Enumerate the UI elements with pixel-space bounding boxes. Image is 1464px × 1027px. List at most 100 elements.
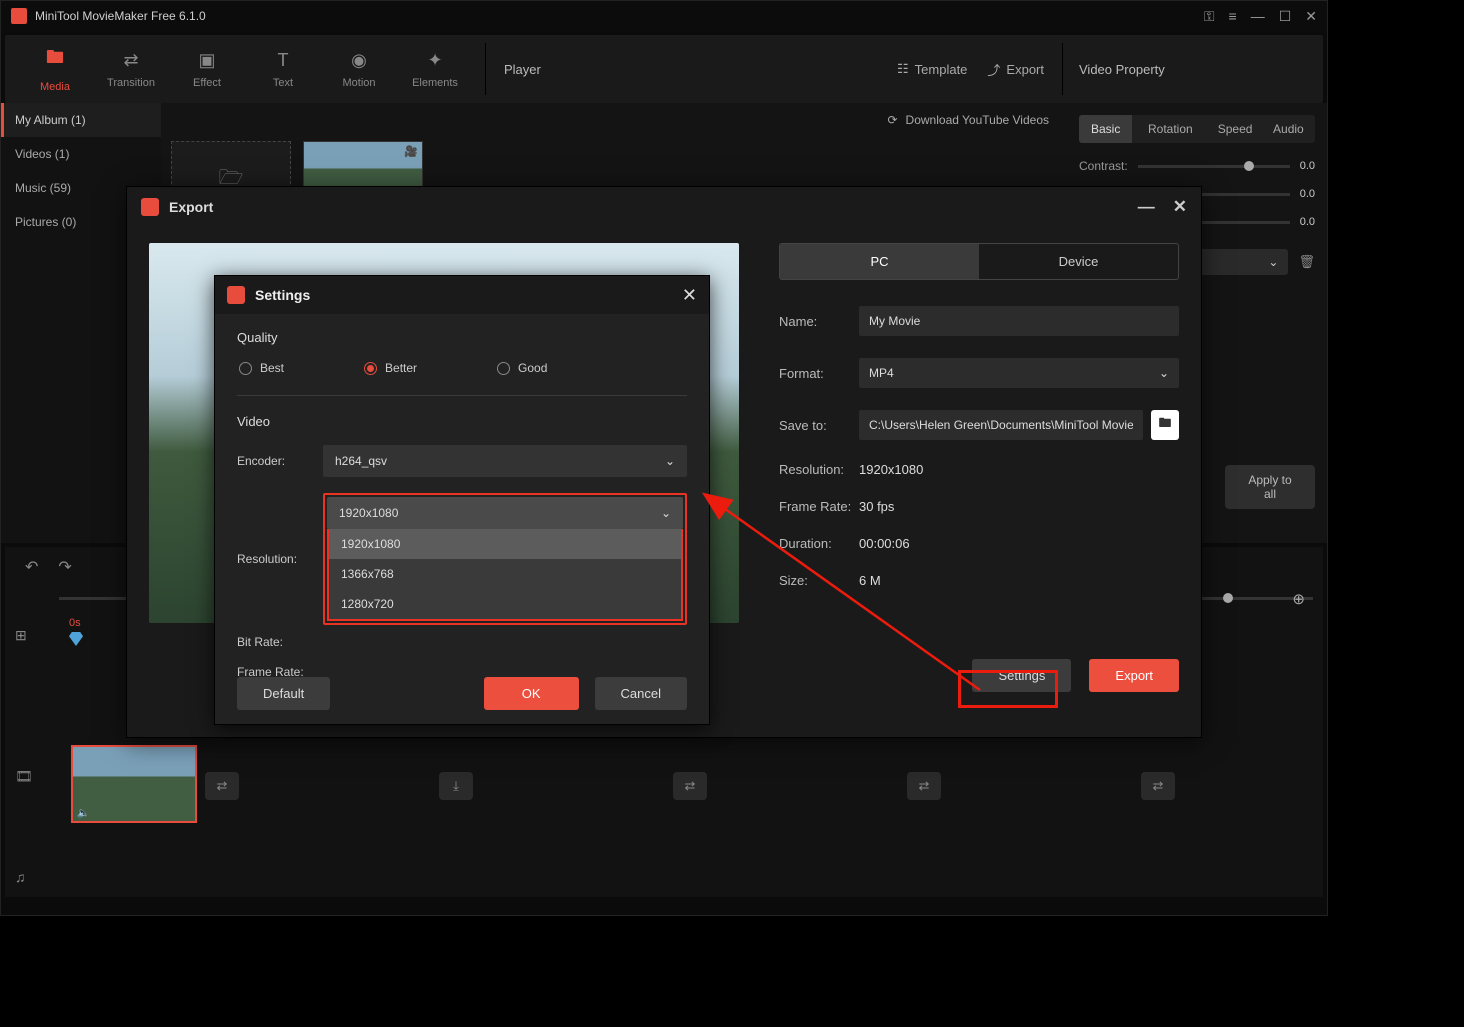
duration-label: Duration: bbox=[779, 536, 859, 551]
settings-logo-icon bbox=[227, 286, 245, 304]
resolution-label: Resolution: bbox=[779, 462, 859, 477]
export-confirm-button[interactable]: Export bbox=[1089, 659, 1179, 692]
resolution-select[interactable]: 1920x1080⌄ bbox=[327, 497, 683, 529]
vp-tab-speed[interactable]: Speed bbox=[1208, 115, 1261, 143]
text-icon: T bbox=[278, 50, 289, 71]
trash-icon[interactable]: 🗑 bbox=[1298, 254, 1315, 270]
download-icon: ⟳ bbox=[887, 113, 897, 127]
settings-title: Settings bbox=[255, 287, 682, 303]
chevron-down-icon: ⌄ bbox=[1159, 366, 1169, 380]
framerate-label: Frame Rate: bbox=[779, 499, 859, 514]
cancel-button[interactable]: Cancel bbox=[595, 677, 687, 710]
settings-button[interactable]: Settings bbox=[972, 659, 1071, 692]
add-track-icon[interactable]: ⊞ bbox=[15, 627, 33, 644]
player-title: Player bbox=[504, 62, 541, 77]
resolution-dropdown-list: 1920x1080 1366x768 1280x720 bbox=[327, 529, 683, 621]
track-slot-4[interactable]: ⇄ bbox=[907, 772, 941, 800]
toolbar: 🖿Media ⇄Transition ▣Effect TText ◉Motion… bbox=[5, 35, 1323, 103]
browse-folder-button[interactable]: 🖿 bbox=[1151, 410, 1179, 440]
quality-section-label: Quality bbox=[237, 330, 687, 345]
tab-effect[interactable]: ▣Effect bbox=[169, 35, 245, 103]
name-input[interactable] bbox=[859, 306, 1179, 336]
key-icon[interactable]: ⚿ bbox=[1204, 8, 1215, 25]
timeline-clip[interactable]: 🔈 bbox=[71, 745, 197, 823]
hamburger-icon[interactable]: ≡ bbox=[1229, 8, 1237, 24]
export-close-button[interactable]: ✕ bbox=[1173, 197, 1187, 217]
radio-better[interactable]: Better bbox=[364, 361, 417, 375]
tab-motion[interactable]: ◉Motion bbox=[321, 35, 397, 103]
duration-value: 00:00:06 bbox=[859, 536, 910, 551]
name-label: Name: bbox=[779, 314, 859, 329]
track-slot-2[interactable]: ⤓ bbox=[439, 772, 473, 800]
resolution-value: 1920x1080 bbox=[859, 462, 923, 477]
plus-icon[interactable]: ⊕ bbox=[1292, 590, 1305, 608]
motion-icon: ◉ bbox=[351, 50, 367, 71]
folder-icon: 🖿 bbox=[46, 45, 64, 75]
framerate-value: 30 fps bbox=[859, 499, 894, 514]
minimize-button[interactable]: ― bbox=[1251, 8, 1265, 24]
export-title: Export bbox=[169, 199, 213, 215]
apply-to-all-button[interactable]: Apply to all bbox=[1225, 465, 1315, 509]
resolution-option-768[interactable]: 1366x768 bbox=[329, 559, 681, 589]
default-button[interactable]: Default bbox=[237, 677, 330, 710]
size-label: Size: bbox=[779, 573, 859, 588]
close-button[interactable]: ✕ bbox=[1305, 8, 1317, 25]
titlebar: MiniTool MovieMaker Free 6.1.0 ⚿ ≡ ― ☐ ✕ bbox=[1, 1, 1327, 31]
format-label: Format: bbox=[779, 366, 859, 381]
track-slot-1[interactable]: ⇄ bbox=[205, 772, 239, 800]
vp-tab-basic[interactable]: Basic bbox=[1079, 115, 1132, 143]
tab-text[interactable]: TText bbox=[245, 35, 321, 103]
speaker-icon: 🔈 bbox=[73, 806, 195, 821]
template-button[interactable]: ☷Template bbox=[897, 61, 967, 77]
bitrate-label: Bit Rate: bbox=[237, 635, 323, 649]
redo-icon[interactable]: ↷ bbox=[58, 557, 71, 577]
track-slot-5[interactable]: ⇄ bbox=[1141, 772, 1175, 800]
chevron-down-icon: ⌄ bbox=[1268, 255, 1278, 269]
export-button[interactable]: ⤴Export bbox=[987, 60, 1044, 79]
sidebar-item-videos[interactable]: Videos (1) bbox=[1, 137, 161, 171]
ok-button[interactable]: OK bbox=[484, 677, 579, 710]
playhead-icon bbox=[69, 632, 83, 646]
saveto-label: Save to: bbox=[779, 418, 859, 433]
radio-best[interactable]: Best bbox=[239, 361, 284, 375]
chevron-down-icon: ⌄ bbox=[661, 506, 671, 520]
undo-icon[interactable]: ↶ bbox=[25, 557, 38, 577]
track-slot-3[interactable]: ⇄ bbox=[673, 772, 707, 800]
radio-good[interactable]: Good bbox=[497, 361, 547, 375]
vp-tab-audio[interactable]: Audio bbox=[1262, 115, 1315, 143]
export-icon: ⤴ bbox=[987, 60, 1000, 79]
tab-elements[interactable]: ✦Elements bbox=[397, 35, 473, 103]
format-select[interactable]: MP4⌄ bbox=[859, 358, 1179, 388]
export-minimize-button[interactable]: ― bbox=[1138, 197, 1155, 217]
playhead[interactable]: 0s bbox=[69, 617, 83, 646]
vp-tab-rotation[interactable]: Rotation bbox=[1132, 115, 1208, 143]
size-value: 6 M bbox=[859, 573, 881, 588]
music-note-icon[interactable]: ♫ bbox=[15, 869, 33, 885]
encoder-label: Encoder: bbox=[237, 454, 323, 468]
sidebar-item-album[interactable]: My Album (1) bbox=[1, 103, 161, 137]
saveto-input[interactable] bbox=[859, 410, 1143, 440]
dest-tab-pc[interactable]: PC bbox=[780, 244, 979, 279]
resolution-option-1080[interactable]: 1920x1080 bbox=[329, 529, 681, 559]
transition-icon: ⇄ bbox=[123, 50, 138, 71]
settings-popup: Settings ✕ Quality Best Better Good Vide… bbox=[214, 275, 710, 725]
video-property-title: Video Property bbox=[1079, 62, 1165, 77]
contrast-label: Contrast: bbox=[1079, 159, 1128, 173]
contrast-value: 0.0 bbox=[1300, 160, 1315, 172]
tab-media[interactable]: 🖿Media bbox=[17, 35, 93, 103]
stack-icon: ☷ bbox=[897, 61, 909, 77]
dest-tab-device[interactable]: Device bbox=[979, 244, 1178, 279]
maximize-button[interactable]: ☐ bbox=[1279, 8, 1292, 25]
tab-transition[interactable]: ⇄Transition bbox=[93, 35, 169, 103]
video-section-label: Video bbox=[237, 414, 687, 429]
download-youtube-link[interactable]: Download YouTube Videos bbox=[906, 113, 1049, 127]
app-title: MiniTool MovieMaker Free 6.1.0 bbox=[35, 9, 1204, 23]
chevron-down-icon: ⌄ bbox=[665, 454, 675, 468]
filmstrip-icon[interactable]: 🎞 bbox=[15, 768, 33, 785]
encoder-select[interactable]: h264_qsv⌄ bbox=[323, 445, 687, 477]
resolution-option-720[interactable]: 1280x720 bbox=[329, 589, 681, 619]
settings-close-button[interactable]: ✕ bbox=[682, 285, 697, 306]
contrast-slider[interactable] bbox=[1138, 165, 1290, 168]
export-logo-icon bbox=[141, 198, 159, 216]
effect-icon: ▣ bbox=[198, 50, 215, 71]
